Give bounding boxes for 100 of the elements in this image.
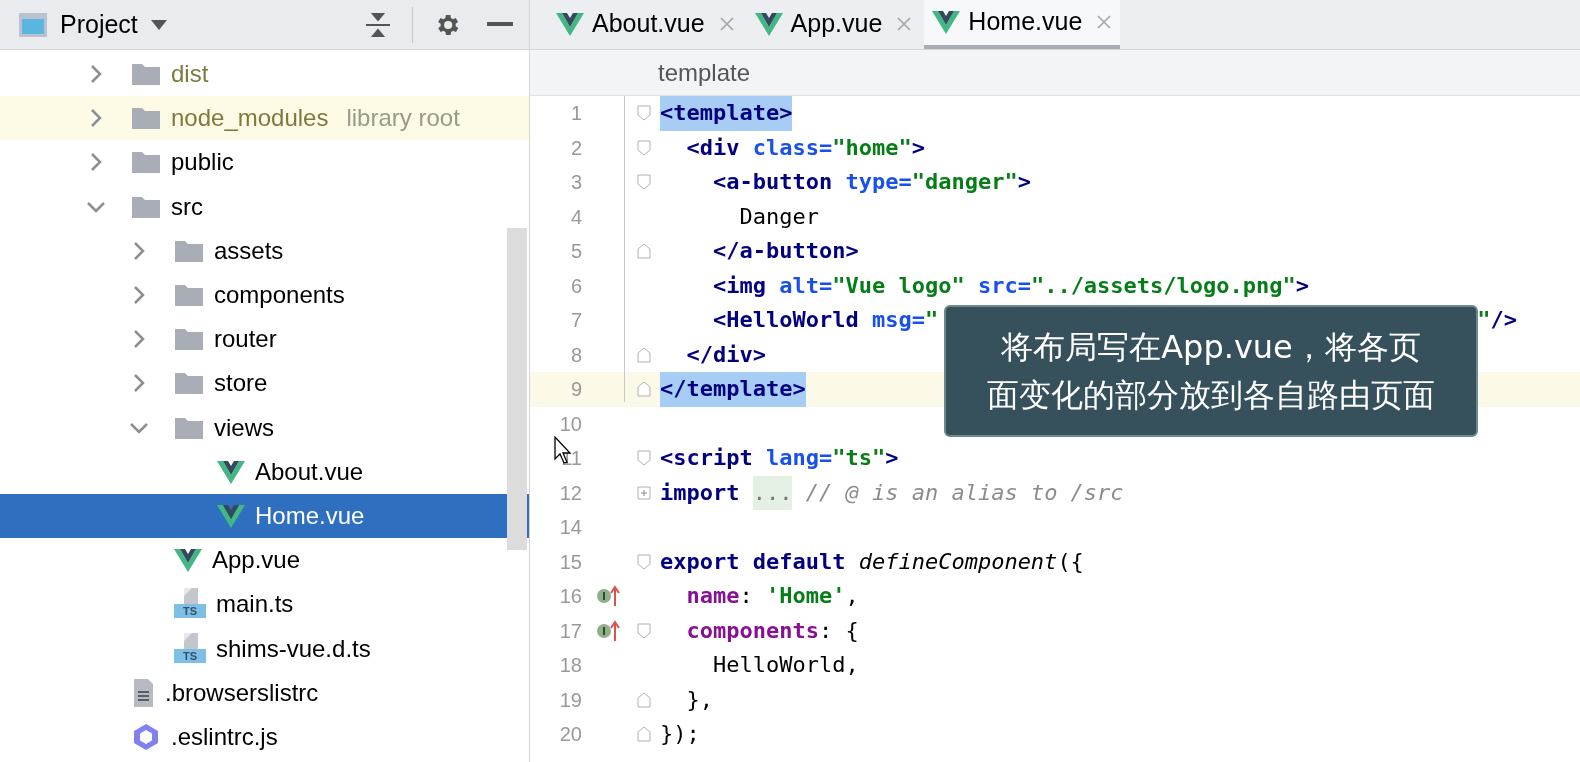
code-token: > <box>1295 271 1310 300</box>
project-window-icon <box>18 11 48 38</box>
code-token: defineComponent <box>858 547 1058 576</box>
code-token: > <box>885 444 899 472</box>
tree-item[interactable]: App.vue <box>0 538 529 583</box>
tree-item[interactable]: src <box>0 184 529 229</box>
editor-tab[interactable]: About.vue <box>548 0 743 49</box>
vue-logo-icon <box>556 12 584 36</box>
line-number: 10 <box>558 411 582 437</box>
file-name: dist <box>171 59 209 90</box>
line-number: 9 <box>569 377 582 402</box>
library-root-hint: library root <box>346 103 460 134</box>
tree-item[interactable]: assets <box>0 228 529 273</box>
tree-item[interactable]: dist <box>0 52 529 97</box>
tree-item[interactable]: .eslintrc.js <box>0 714 529 759</box>
folder-icon <box>174 283 204 308</box>
tree-item[interactable]: node_modules library root <box>0 96 529 141</box>
scrollbar[interactable] <box>507 228 527 550</box>
tree-item[interactable]: components <box>0 272 529 318</box>
line-number: 18 <box>558 653 582 678</box>
code-token: <img <box>711 271 766 300</box>
code-token: /> <box>1490 306 1517 334</box>
text-file-icon <box>131 677 155 708</box>
implements-icon[interactable] <box>596 585 620 608</box>
vue-logo-icon <box>754 12 783 36</box>
fold-end-icon[interactable] <box>637 381 651 398</box>
fold-end-icon[interactable] <box>637 691 651 708</box>
tree-item[interactable]: About.vue <box>0 449 529 494</box>
fold-end-icon[interactable] <box>637 726 651 743</box>
close-icon[interactable] <box>1096 14 1113 30</box>
fold-end-icon[interactable] <box>637 346 651 363</box>
tree-item[interactable]: .browserslistrc <box>0 670 529 715</box>
line-number: 17 <box>558 618 582 644</box>
code-token: lang= <box>764 444 833 472</box>
tab-label: About.vue <box>592 8 705 40</box>
code-token: ({ <box>1057 547 1084 576</box>
line-number: 7 <box>569 308 582 333</box>
editor-tab[interactable]: Home.vue <box>924 0 1121 49</box>
editor-tab[interactable]: App.vue <box>746 0 921 49</box>
minimize-icon[interactable] <box>487 21 513 28</box>
fold-icon[interactable] <box>637 174 651 191</box>
folder-icon <box>131 194 161 219</box>
code-token: src= <box>976 271 1031 300</box>
close-icon[interactable] <box>718 16 735 32</box>
folder-icon <box>174 415 204 440</box>
file-name: views <box>214 412 274 443</box>
tree-item[interactable]: store <box>0 361 529 406</box>
fold-icon[interactable] <box>637 622 651 639</box>
code-token: "Vue logo" <box>832 271 965 300</box>
vue-logo-icon <box>217 503 245 528</box>
caption-text: 面变化的部分放到各自路由页面 <box>987 375 1435 416</box>
file-name: .eslintrc.js <box>171 721 278 752</box>
code-token: ... <box>752 475 793 510</box>
implements-icon[interactable] <box>596 619 620 642</box>
fold-end-icon[interactable] <box>637 243 651 260</box>
file-name: router <box>214 324 277 355</box>
tree-item[interactable]: Home.vue <box>0 493 529 539</box>
code-token: msg= <box>870 306 925 334</box>
code-token: : <box>739 582 754 610</box>
code-token: class= <box>751 133 833 162</box>
fold-icon[interactable] <box>637 450 651 467</box>
folder-icon <box>174 238 204 263</box>
line-number: 3 <box>569 170 582 195</box>
vue-logo-icon <box>932 10 961 34</box>
collapse-all-icon[interactable] <box>364 10 392 39</box>
file-name: Home.vue <box>255 500 365 531</box>
code-token: }); <box>660 720 700 748</box>
code-token: : { <box>818 616 859 645</box>
code-token: "danger" <box>911 168 1018 196</box>
tree-item[interactable]: views <box>0 405 529 450</box>
code-token: </template> <box>660 372 806 407</box>
fold-icon[interactable] <box>637 139 651 156</box>
tab-label: App.vue <box>790 8 883 40</box>
code-token: Danger <box>738 202 819 231</box>
folder-icon <box>174 327 204 352</box>
fold-icon[interactable] <box>637 105 651 122</box>
file-name: components <box>214 280 345 311</box>
code-token: </a-button> <box>711 237 859 265</box>
tree-item[interactable]: router <box>0 317 529 362</box>
tree-item[interactable]: public <box>0 140 529 185</box>
breadcrumb[interactable]: template <box>658 54 751 91</box>
panel-title[interactable]: Project <box>60 5 138 44</box>
code-token: "../assets/logo.png" <box>1030 271 1296 300</box>
line-number: 6 <box>569 273 582 299</box>
file-name: App.vue <box>212 545 301 576</box>
code-token: alt= <box>778 271 833 300</box>
dropdown-caret-icon[interactable] <box>149 18 168 31</box>
code-token: type= <box>844 168 912 196</box>
expand-icon[interactable] <box>637 485 651 500</box>
close-icon[interactable] <box>896 16 913 32</box>
hexagon-icon <box>131 721 161 752</box>
fold-icon[interactable] <box>637 553 651 570</box>
file-name: main.ts <box>216 589 294 620</box>
tree-item[interactable]: TS shims-vue.d.ts <box>0 626 529 671</box>
tree-item[interactable]: TS main.ts <box>0 582 529 627</box>
code-token: </div> <box>685 340 766 369</box>
file-name: src <box>171 191 203 222</box>
vue-logo-icon <box>174 548 202 573</box>
code-token: , <box>845 582 859 610</box>
folder-icon <box>174 371 204 396</box>
